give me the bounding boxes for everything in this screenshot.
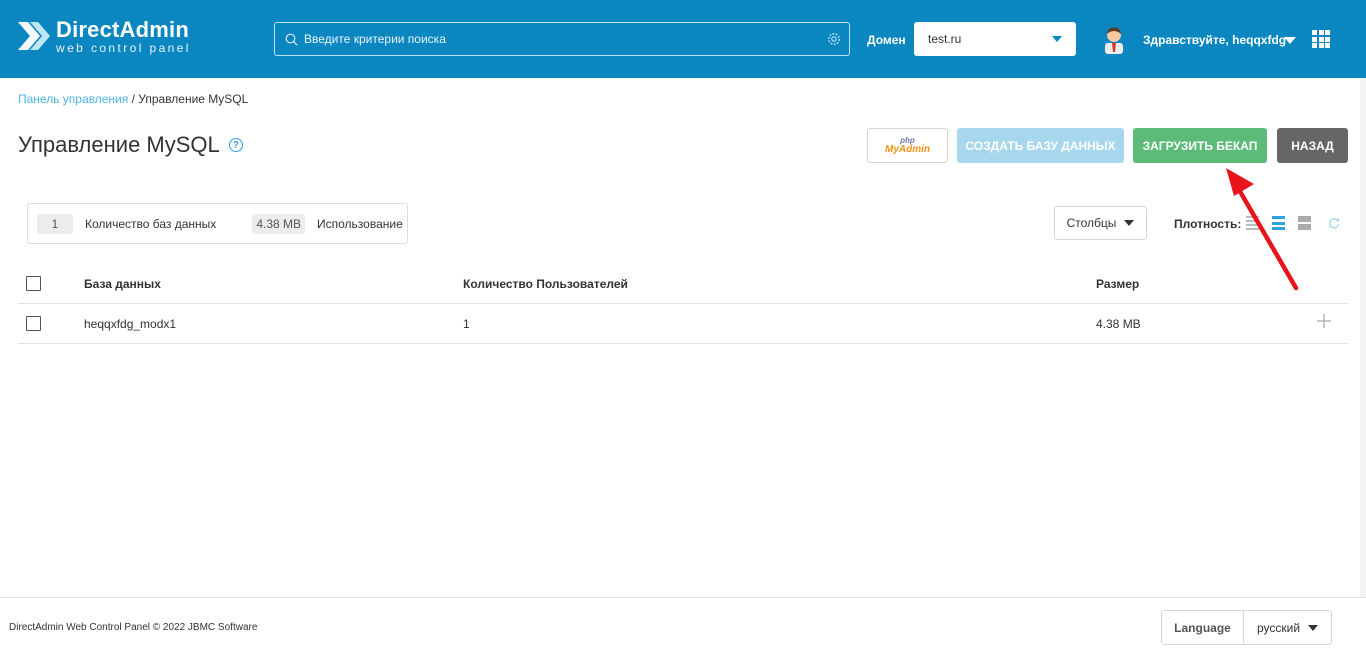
apps-grid-icon[interactable]	[1312, 30, 1330, 48]
phpmyadmin-button[interactable]: php MyAdmin	[867, 128, 948, 163]
page: DirectAdmin web control panel Домен test…	[0, 0, 1366, 657]
footer: DirectAdmin Web Control Panel © 2022 JBM…	[0, 597, 1366, 657]
user-menu-chevron-icon[interactable]	[1284, 37, 1296, 44]
search-icon	[285, 33, 298, 46]
language-label: Language	[1162, 611, 1244, 644]
header-database[interactable]: База данных	[84, 277, 161, 291]
upload-backup-button[interactable]: ЗАГРУЗИТЬ БЕКАП	[1133, 128, 1267, 163]
table-row: heqqxfdg_modx1 1 4.38 MB	[18, 304, 1348, 344]
page-title-row: Управление MySQL ?	[18, 132, 243, 158]
page-title: Управление MySQL	[18, 132, 220, 157]
language-select[interactable]: русский	[1244, 611, 1331, 644]
chevron-down-icon	[1308, 624, 1319, 631]
header-users-count[interactable]: Количество Пользователей	[463, 277, 628, 291]
phpmyadmin-myadmin-text: MyAdmin	[885, 143, 930, 155]
logo[interactable]: DirectAdmin web control panel	[16, 16, 191, 56]
breadcrumb: Панель управления / Управление MySQL	[18, 92, 248, 106]
usage-badge: 4.38 MB	[252, 213, 306, 234]
database-name[interactable]: heqqxfdg_modx1	[84, 317, 176, 331]
directadmin-logo-icon	[18, 22, 50, 50]
language-selector[interactable]: Language русский	[1161, 610, 1332, 645]
breadcrumb-separator: /	[128, 92, 139, 106]
logo-subtitle: web control panel	[56, 40, 191, 55]
user-greeting[interactable]: Здравствуйте, heqqxfdg	[1143, 33, 1286, 47]
columns-label: Столбцы	[1066, 216, 1117, 230]
logo-name: DirectAdmin	[56, 16, 189, 42]
domain-value: test.ru	[928, 32, 962, 46]
header-size[interactable]: Размер	[1096, 277, 1139, 291]
refresh-icon[interactable]	[1328, 217, 1340, 229]
database-size: 4.38 MB	[1096, 317, 1141, 331]
chevron-down-icon	[1124, 220, 1135, 226]
breadcrumb-current: Управление MySQL	[138, 92, 249, 106]
database-users: 1	[463, 317, 470, 331]
search-box	[274, 22, 850, 56]
db-count-label: Количество баз данных	[85, 216, 217, 231]
stats-summary: 1 Количество баз данных 4.38 MB Использо…	[27, 203, 408, 244]
avatar[interactable]	[1101, 26, 1127, 54]
expand-plus-icon[interactable]	[1316, 313, 1332, 329]
scrollbar-track[interactable]	[1360, 78, 1366, 597]
breadcrumb-home-link[interactable]: Панель управления	[18, 92, 128, 106]
create-database-button[interactable]: СОЗДАТЬ БАЗУ ДАННЫХ	[957, 128, 1124, 163]
table-header-row: База данных Количество Пользователей Раз…	[18, 264, 1348, 304]
top-header: DirectAdmin web control panel Домен test…	[0, 0, 1366, 78]
language-value: русский	[1256, 620, 1301, 635]
search-input[interactable]	[298, 23, 827, 55]
columns-dropdown[interactable]: Столбцы	[1054, 206, 1147, 240]
help-icon[interactable]: ?	[228, 138, 243, 152]
gear-icon[interactable]	[827, 32, 841, 46]
domain-label: Домен	[867, 33, 906, 47]
copyright-text: DirectAdmin Web Control Panel © 2022 JBM…	[9, 622, 258, 633]
row-checkbox[interactable]	[26, 316, 41, 331]
usage-label: Использование	[317, 216, 403, 231]
annotation-arrow-icon	[1226, 168, 1299, 291]
chevron-down-icon	[1052, 36, 1062, 42]
databases-table: База данных Количество Пользователей Раз…	[18, 264, 1348, 344]
domain-select[interactable]: test.ru	[914, 22, 1076, 56]
back-button[interactable]: НАЗАД	[1277, 128, 1348, 163]
select-all-checkbox[interactable]	[26, 276, 41, 291]
db-count-badge: 1	[37, 213, 73, 234]
